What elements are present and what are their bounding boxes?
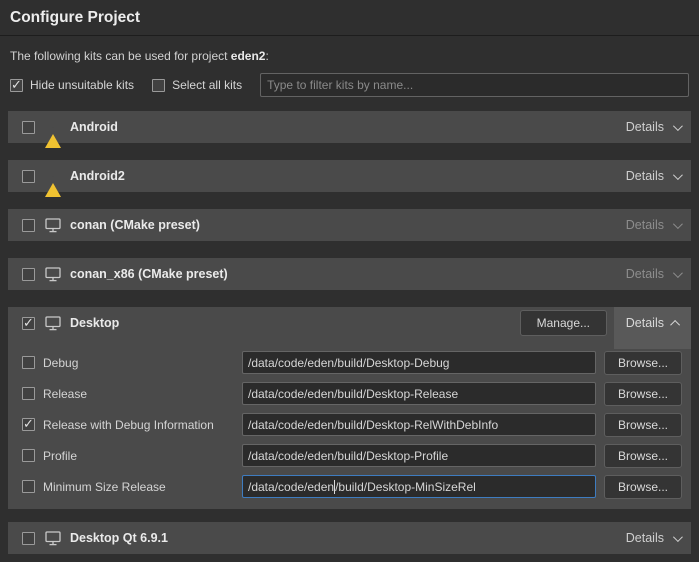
hide-unsuitable-kits-checkbox[interactable]: Hide unsuitable kits — [10, 78, 134, 92]
details-toggle[interactable]: Details — [616, 522, 691, 554]
intro-text-after: : — [265, 49, 268, 63]
kit-name: conan (CMake preset) — [70, 218, 200, 232]
desktop-icon — [45, 531, 61, 546]
kit-list: Android Details Android2 Details conan (… — [8, 111, 691, 554]
checkbox-icon — [152, 79, 165, 92]
checkbox-icon — [10, 79, 23, 92]
intro-text: The following kits can be used for proje… — [10, 49, 689, 63]
path-text: /data/code/eden — [248, 480, 334, 494]
kit-filter-input[interactable] — [260, 73, 689, 97]
details-label: Details — [626, 531, 664, 545]
warning-icon — [45, 120, 61, 134]
page-title: Configure Project — [10, 9, 689, 27]
config-label: Profile — [43, 449, 234, 463]
kit-name: conan_x86 (CMake preset) — [70, 267, 228, 281]
kit-row-desktop[interactable]: Desktop Manage... — [8, 307, 691, 339]
config-label: Release with Debug Information — [43, 418, 234, 432]
kit-name: Desktop — [70, 316, 119, 330]
select-all-kits-label: Select all kits — [172, 78, 242, 92]
browse-button[interactable]: Browse... — [604, 351, 682, 375]
details-label: Details — [626, 169, 664, 183]
manage-button[interactable]: Manage... — [520, 310, 607, 336]
chevron-down-icon — [673, 121, 683, 131]
kit-name: Desktop Qt 6.9.1 — [70, 531, 168, 545]
kit-checkbox[interactable] — [22, 219, 35, 232]
kit-name: Android — [70, 120, 118, 134]
kit-row-android2[interactable]: Android2 Details — [8, 160, 691, 192]
page-header: Configure Project — [0, 0, 699, 36]
build-path-input[interactable]: /data/code/eden/build/Desktop-Release — [242, 382, 596, 405]
browse-button[interactable]: Browse... — [604, 382, 682, 406]
build-config-row-release: Release /data/code/eden/build/Desktop-Re… — [8, 378, 691, 409]
hide-unsuitable-kits-label: Hide unsuitable kits — [30, 78, 134, 92]
config-checkbox[interactable] — [22, 418, 35, 431]
build-path-input[interactable]: /data/code/eden/build/Desktop-RelWithDeb… — [242, 413, 596, 436]
build-config-row-profile: Profile /data/code/eden/build/Desktop-Pr… — [8, 440, 691, 471]
select-all-kits-checkbox[interactable]: Select all kits — [152, 78, 242, 92]
path-text: /data/code/eden/build/Desktop-Debug — [248, 356, 449, 370]
kit-row-android[interactable]: Android Details — [8, 111, 691, 143]
kit-row-conan-x86[interactable]: conan_x86 (CMake preset) Details — [8, 258, 691, 290]
build-path-input[interactable]: /data/code/eden/build/Desktop-Debug — [242, 351, 596, 374]
config-label: Debug — [43, 356, 234, 370]
desktop-icon — [45, 267, 61, 282]
details-label: Details — [626, 120, 664, 134]
browse-button[interactable]: Browse... — [604, 475, 682, 499]
chevron-down-icon — [673, 532, 683, 542]
build-path-input[interactable]: /data/code/eden/build/Desktop-Profile — [242, 444, 596, 467]
kit-panel-desktop: Details Desktop Manage... Debug /data/co… — [8, 307, 691, 509]
details-toggle[interactable]: Details — [616, 160, 691, 192]
config-checkbox[interactable] — [22, 480, 35, 493]
project-name: eden2 — [231, 49, 266, 63]
config-label: Release — [43, 387, 234, 401]
browse-button[interactable]: Browse... — [604, 413, 682, 437]
kit-row-desktop-qt-691[interactable]: Desktop Qt 6.9.1 Details — [8, 522, 691, 554]
kit-checkbox[interactable] — [22, 317, 35, 330]
warning-icon — [45, 169, 61, 183]
kit-checkbox[interactable] — [22, 170, 35, 183]
details-toggle[interactable]: Details — [616, 111, 691, 143]
path-text: /data/code/eden/build/Desktop-RelWithDeb… — [248, 418, 498, 432]
details-label: Details — [626, 218, 664, 232]
config-checkbox[interactable] — [22, 449, 35, 462]
kit-name: Android2 — [70, 169, 125, 183]
browse-button[interactable]: Browse... — [604, 444, 682, 468]
desktop-icon — [45, 218, 61, 233]
kit-checkbox[interactable] — [22, 121, 35, 134]
details-toggle: Details — [616, 258, 691, 290]
kit-checkbox[interactable] — [22, 268, 35, 281]
build-config-row-debug: Debug /data/code/eden/build/Desktop-Debu… — [8, 347, 691, 378]
desktop-icon — [45, 316, 61, 331]
path-text: /data/code/eden/build/Desktop-Profile — [248, 449, 448, 463]
build-path-input[interactable]: /data/code/eden/build/Desktop-MinSizeRel — [242, 475, 596, 498]
path-text: /build/Desktop-MinSizeRel — [335, 480, 476, 494]
build-config-row-relwithdebinfo: Release with Debug Information /data/cod… — [8, 409, 691, 440]
chevron-down-icon — [673, 219, 683, 229]
config-checkbox[interactable] — [22, 387, 35, 400]
intro-text-before: The following kits can be used for proje… — [10, 49, 231, 63]
kit-row-conan[interactable]: conan (CMake preset) Details — [8, 209, 691, 241]
build-config-row-minsizerel: Minimum Size Release /data/code/eden/bui… — [8, 471, 691, 502]
config-label: Minimum Size Release — [43, 480, 234, 494]
path-text: /data/code/eden/build/Desktop-Release — [248, 387, 458, 401]
filter-bar: Hide unsuitable kits Select all kits — [10, 73, 689, 97]
spacer — [8, 339, 691, 347]
chevron-down-icon — [673, 170, 683, 180]
kit-checkbox[interactable] — [22, 532, 35, 545]
details-label: Details — [626, 267, 664, 281]
chevron-down-icon — [673, 268, 683, 278]
config-checkbox[interactable] — [22, 356, 35, 369]
details-toggle: Details — [616, 209, 691, 241]
